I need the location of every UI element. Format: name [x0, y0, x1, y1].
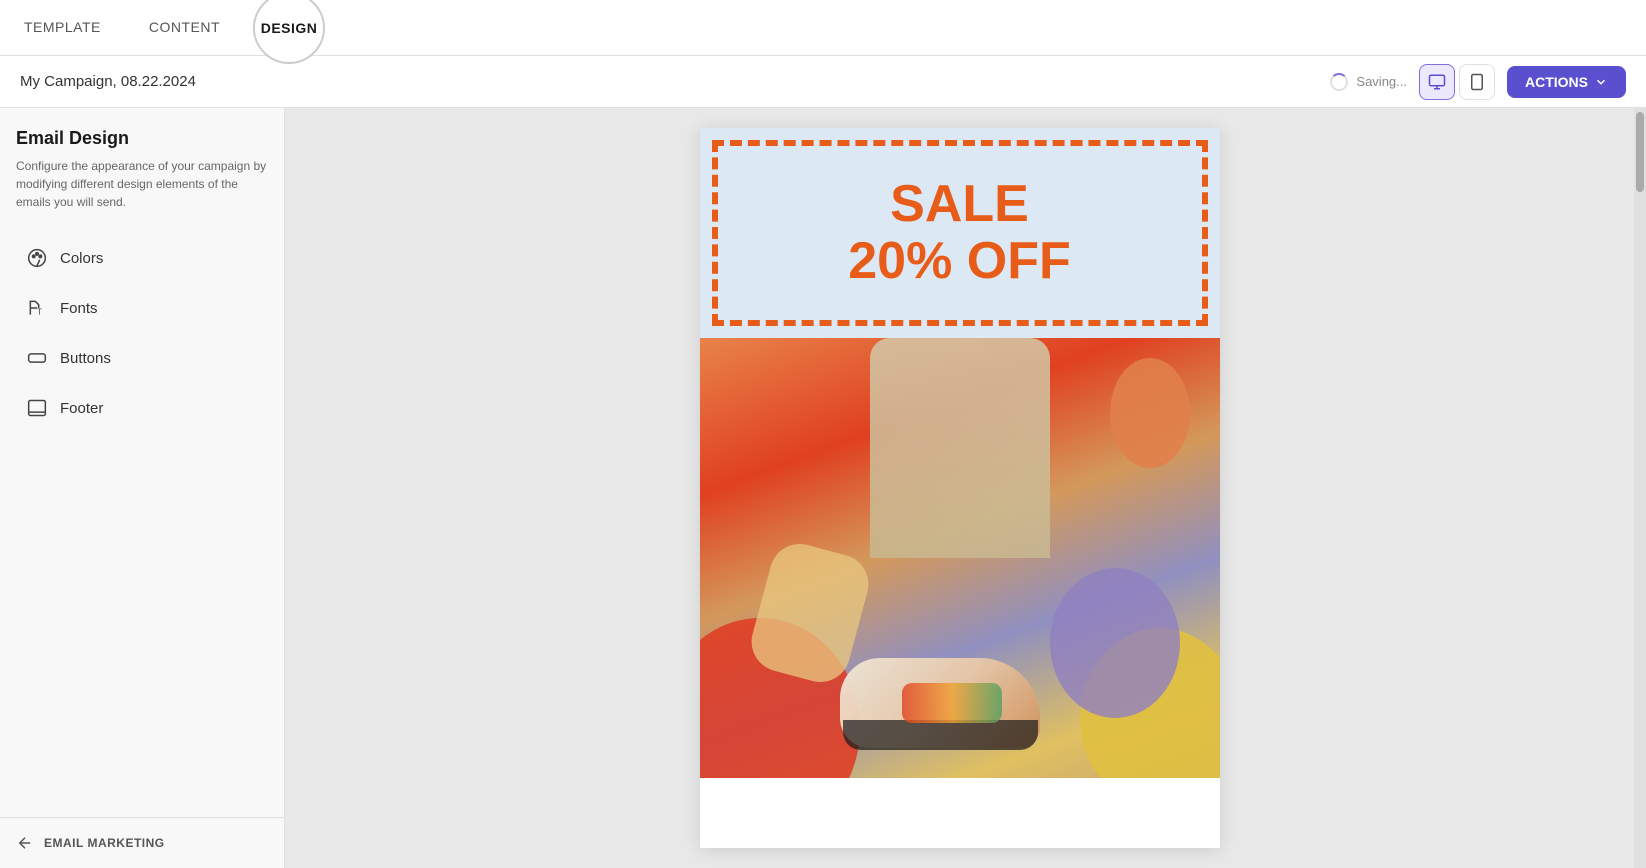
saving-indicator: Saving... [1330, 73, 1407, 91]
saving-text: Saving... [1356, 74, 1407, 89]
arrow-left-icon [16, 834, 34, 852]
sidebar: Email Design Configure the appearance of… [0, 108, 285, 868]
sidebar-item-footer[interactable]: Footer [16, 385, 268, 431]
tab-template[interactable]: TEMPLATE [0, 0, 125, 55]
sidebar-item-colors-label: Colors [60, 250, 103, 267]
tab-group: TEMPLATE CONTENT DESIGN [0, 0, 334, 55]
buttons-icon [26, 347, 48, 369]
main-layout: Email Design Configure the appearance of… [0, 108, 1646, 868]
blob-orange-right [1110, 358, 1190, 468]
top-navigation-bar: TEMPLATE CONTENT DESIGN [0, 0, 1646, 56]
campaign-title: My Campaign, 08.22.2024 [20, 73, 1318, 90]
chevron-down-icon [1594, 75, 1608, 89]
sidebar-footer-label: EMAIL MARKETING [44, 836, 165, 850]
design-tab-circle: DESIGN [253, 0, 325, 64]
sidebar-item-fonts[interactable]: T Fonts [16, 285, 268, 331]
fonts-icon: T [26, 297, 48, 319]
campaign-bar: My Campaign, 08.22.2024 Saving... ACTION… [0, 56, 1646, 108]
sidebar-title: Email Design [16, 128, 268, 149]
pants-shape [870, 338, 1050, 558]
email-preview: SALE 20% OFF [700, 128, 1220, 848]
svg-text:T: T [37, 307, 42, 317]
email-sale-banner: SALE 20% OFF [700, 128, 1220, 338]
saving-spinner [1330, 73, 1348, 91]
sidebar-item-colors[interactable]: Colors [16, 235, 268, 281]
desktop-view-button[interactable] [1419, 64, 1455, 100]
sneaker-accent [902, 683, 1002, 723]
sale-text: SALE 20% OFF [728, 156, 1192, 310]
sidebar-item-buttons-label: Buttons [60, 350, 111, 367]
scrollbar-track[interactable] [1634, 108, 1646, 868]
sidebar-item-buttons[interactable]: Buttons [16, 335, 268, 381]
tab-design-container: DESIGN [244, 0, 334, 56]
email-product-image [700, 338, 1220, 778]
sidebar-footer[interactable]: EMAIL MARKETING [0, 817, 284, 868]
palette-icon [26, 247, 48, 269]
sneaker-sole [843, 720, 1038, 750]
sidebar-content: Email Design Configure the appearance of… [0, 108, 284, 817]
tab-content[interactable]: CONTENT [125, 0, 244, 55]
mobile-view-button[interactable] [1459, 64, 1495, 100]
view-toggles [1419, 64, 1495, 100]
footer-icon [26, 397, 48, 419]
scrollbar-thumb[interactable] [1636, 112, 1644, 192]
canvas-area: SALE 20% OFF [285, 108, 1634, 868]
sidebar-item-footer-label: Footer [60, 400, 103, 417]
sidebar-item-fonts-label: Fonts [60, 300, 98, 317]
sidebar-description: Configure the appearance of your campaig… [16, 157, 268, 211]
blob-purple [1050, 568, 1180, 718]
actions-button[interactable]: ACTIONS [1507, 66, 1626, 98]
tab-design[interactable]: DESIGN [261, 0, 318, 62]
